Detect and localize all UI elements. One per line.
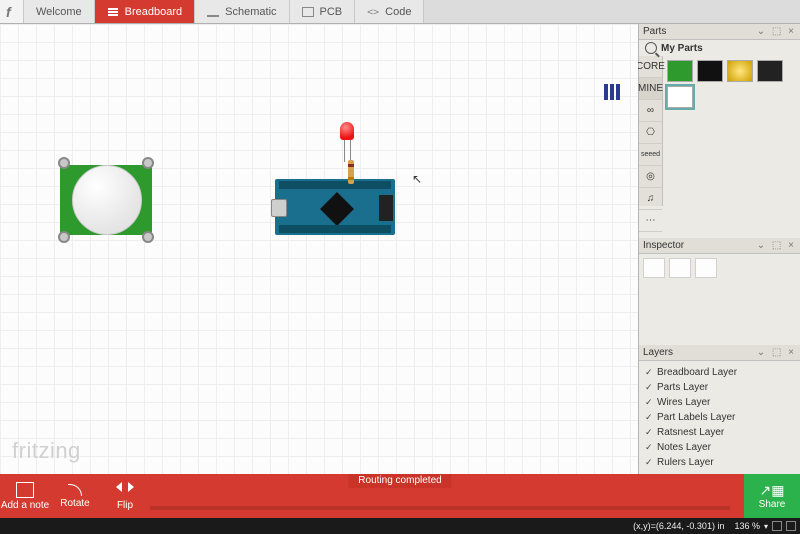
panel-title: Layers bbox=[643, 347, 673, 358]
bin-item[interactable]: ⎔ bbox=[639, 122, 662, 144]
flip-button[interactable]: Flip bbox=[100, 474, 150, 518]
dock-controls[interactable]: ⌄ ⬚ × bbox=[757, 26, 796, 37]
routing-status: Routing completed bbox=[348, 474, 451, 488]
zoom-fit-button[interactable] bbox=[772, 521, 782, 531]
parts-grid bbox=[663, 56, 800, 206]
view-tabs: f Welcome Breadboard Schematic PCB <> Co… bbox=[0, 0, 800, 24]
dock-controls[interactable]: ⌄ ⬚ × bbox=[757, 240, 796, 251]
watermark: fritzing bbox=[12, 438, 81, 464]
breadboard-icon bbox=[107, 7, 119, 17]
share-button[interactable]: ↗▦ Share bbox=[744, 474, 800, 518]
layer-toggle[interactable]: Parts Layer bbox=[645, 380, 794, 395]
layers-panel-header[interactable]: Layers ⌄ ⬚ × bbox=[639, 345, 800, 361]
pcb-icon bbox=[302, 7, 314, 17]
schematic-icon bbox=[207, 7, 219, 17]
tab-label: Schematic bbox=[225, 6, 276, 18]
part-thumb-selected[interactable] bbox=[667, 86, 693, 108]
component-arduino-nano[interactable] bbox=[275, 179, 395, 235]
breadboard-canvas[interactable]: ↖ fritzing bbox=[0, 24, 638, 474]
bin-mine[interactable]: MINE bbox=[639, 78, 662, 100]
zoom-readout: 136 % bbox=[734, 521, 760, 531]
share-icon: ↗▦ bbox=[760, 483, 785, 497]
rotate-button[interactable]: Rotate bbox=[50, 474, 100, 518]
bin-seeed[interactable]: seeed bbox=[639, 144, 662, 166]
layer-toggle[interactable]: Wires Layer bbox=[645, 395, 794, 410]
note-icon bbox=[16, 482, 34, 498]
layer-toggle[interactable]: Part Labels Layer bbox=[645, 410, 794, 425]
tab-label: Welcome bbox=[36, 6, 82, 18]
code-icon: <> bbox=[367, 7, 379, 17]
side-panel: Parts ⌄ ⬚ × My Parts CORE MINE ∞ ⎔ seeed… bbox=[638, 24, 800, 474]
parts-bin-strip: CORE MINE ∞ ⎔ seeed ◎ ♫ ⋯ bbox=[639, 56, 663, 206]
inspector-swatch[interactable] bbox=[695, 258, 717, 278]
tab-code[interactable]: <> Code bbox=[355, 0, 424, 23]
inspector-body bbox=[639, 254, 800, 314]
tab-welcome[interactable]: Welcome bbox=[24, 0, 95, 23]
layer-toggle[interactable]: Rulers Layer bbox=[645, 455, 794, 470]
tab-label: Code bbox=[385, 6, 411, 18]
tab-breadboard[interactable]: Breadboard bbox=[95, 0, 196, 23]
layers-list: Breadboard Layer Parts Layer Wires Layer… bbox=[639, 361, 800, 474]
add-note-button[interactable]: Add a note bbox=[0, 474, 50, 518]
zoom-actual-button[interactable] bbox=[786, 521, 796, 531]
tab-label: PCB bbox=[320, 6, 343, 18]
wires-layer bbox=[0, 24, 300, 174]
rotate-icon bbox=[68, 484, 82, 496]
part-thumb[interactable] bbox=[667, 60, 693, 82]
component-led[interactable] bbox=[340, 122, 354, 140]
inspector-swatch[interactable] bbox=[643, 258, 665, 278]
layer-toggle[interactable]: Breadboard Layer bbox=[645, 365, 794, 380]
part-thumb[interactable] bbox=[757, 60, 783, 82]
dock-controls[interactable]: ⌄ ⬚ × bbox=[757, 347, 796, 358]
parts-bin-label[interactable]: My Parts bbox=[639, 40, 800, 56]
part-thumb[interactable] bbox=[727, 60, 753, 82]
status-bar: (x,y)=(6.244, -0.301) in 136 % ▾ bbox=[0, 518, 800, 534]
bin-core[interactable]: CORE bbox=[639, 56, 662, 78]
panel-title: Inspector bbox=[643, 240, 684, 251]
cursor-icon: ↖ bbox=[412, 172, 422, 186]
tab-pcb[interactable]: PCB bbox=[290, 0, 356, 23]
tab-schematic[interactable]: Schematic bbox=[195, 0, 289, 23]
canvas-widget[interactable] bbox=[604, 84, 620, 100]
bin-item[interactable]: ∞ bbox=[639, 100, 662, 122]
bin-item[interactable]: ◎ bbox=[639, 166, 662, 188]
inspector-panel-header[interactable]: Inspector ⌄ ⬚ × bbox=[639, 238, 800, 254]
routing-progress-bar bbox=[150, 506, 730, 510]
zoom-out-button[interactable]: ▾ bbox=[764, 522, 768, 531]
tab-label: Breadboard bbox=[125, 6, 183, 18]
part-thumb[interactable] bbox=[697, 60, 723, 82]
flip-icon bbox=[116, 482, 134, 498]
layer-toggle[interactable]: Notes Layer bbox=[645, 440, 794, 455]
coords-readout: (x,y)=(6.244, -0.301) in bbox=[633, 521, 724, 531]
component-resistor[interactable] bbox=[348, 160, 354, 184]
bottom-toolbar: Add a note Rotate Flip Routing completed… bbox=[0, 474, 800, 518]
layer-toggle[interactable]: Ratsnest Layer bbox=[645, 425, 794, 440]
search-icon bbox=[645, 42, 657, 54]
app-logo-tab[interactable]: f bbox=[0, 0, 24, 23]
parts-panel-header[interactable]: Parts ⌄ ⬚ × bbox=[639, 24, 800, 40]
inspector-swatch[interactable] bbox=[669, 258, 691, 278]
component-pir-sensor[interactable] bbox=[60, 159, 152, 241]
panel-title: Parts bbox=[643, 26, 666, 37]
